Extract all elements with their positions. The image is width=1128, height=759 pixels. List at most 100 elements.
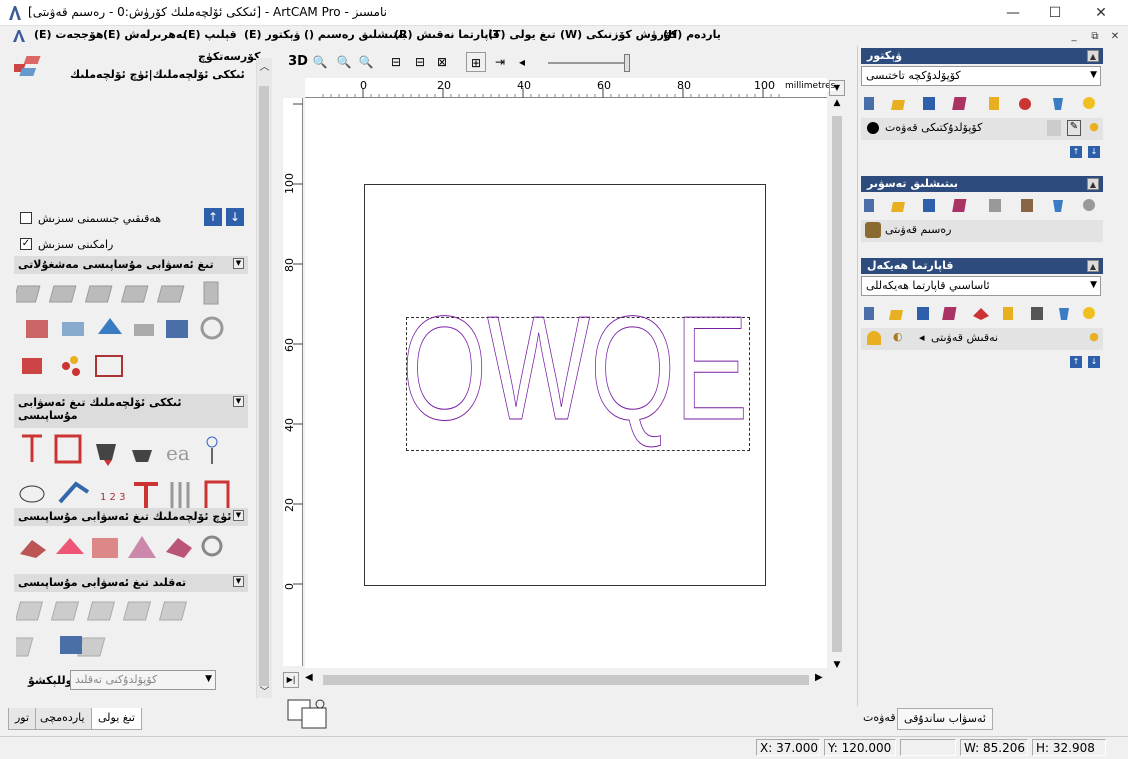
toolpath-ops-icons (12, 278, 246, 386)
import-icon[interactable]: ◂ (512, 52, 532, 72)
lock-icon[interactable] (1047, 120, 1061, 136)
document-icon[interactable] (12, 29, 26, 46)
dropdown-arrow-icon: ▼ (205, 674, 212, 684)
move-down-button[interactable]: ↓ (226, 208, 244, 226)
menu-vector[interactable]: (E) ﯞﯦﻜﺘﻮﺭ (244, 28, 301, 41)
artcam-app-icon[interactable] (8, 5, 22, 21)
ruler-v-label: 0 (283, 583, 296, 590)
export-icon[interactable]: ⇥ (490, 52, 510, 72)
collapse-icon[interactable]: ▲ (1087, 260, 1099, 272)
scroll-thumb[interactable] (323, 675, 809, 685)
ruler-h-label: 20 (437, 79, 451, 92)
zoom-slider-thumb[interactable] (624, 54, 630, 72)
section-2d-toolpaths[interactable]: ﺋﯩﻜﻜﻰ ﺋﯚﻟﭽﻪﻣﻠﯩﻚ ﺗﯩﻎ ﺋﻪﺳﯟﺍﺑﻰ ﻣﯘﺳﺎﭘﯩﺴﻰ ▼ (14, 394, 248, 428)
vector-text[interactable]: OWQE (406, 313, 752, 453)
vector-dropdown[interactable]: ﻛﯚﭘﯚﻟﺪﯗﻛﭽﻪ ﺗﺎﺧﺘﯩﺴﻰ ▼ (861, 66, 1101, 86)
ruler-unit-dropdown[interactable]: ▼ (829, 80, 845, 96)
dropdown-arrow-icon: ▼ (1090, 280, 1097, 290)
status-height: H: 32.908 (1032, 739, 1106, 756)
relief-layer-down-button[interactable]: ↓ (1088, 356, 1100, 368)
layer-down-button[interactable]: ↓ (1088, 146, 1100, 158)
zoom-fit-icon[interactable]: 🔍 (356, 52, 376, 72)
section-simulation-toolpaths[interactable]: ﺗﻪﻗﻠﯩﺪ ﺗﯩﻎ ﺋﻪﺳﯟﺍﺑﻰ ﻣﯘﺳﺎﭘﯩﺴﻰ ▼ (14, 574, 248, 592)
menu-window[interactable]: (W) ﻛﯚﺭﯛﺵ ﻛﯚﺯﻧﯩﻜﻰ (560, 28, 677, 41)
right-tab-bar: ﺋﻪﺳﯟﺍﺏ ﺳﺎﻧﺪﯗﻗﻰ ﻗﻪﯞﻩﺕ (857, 706, 1105, 732)
window-title: [ﺋﯩﻜﻜﻰ ﺋﯚﻟﭽﻪﻣﻠﯩﻚ ﻛﯚﺭﯛﺵ:0 - ﺭﻩﺳﯩﻢ ﻗﻪﯞﯨﺘﻰ]… (28, 5, 387, 19)
zoom-all-icon[interactable]: ⊠ (432, 52, 452, 72)
menu-file[interactable]: (E) ﮬﯚﺟﺠﻪﺕ (34, 28, 104, 41)
svg-text:ea: ea (166, 441, 190, 465)
visibility-bulb-icon[interactable]: ● (1087, 330, 1101, 346)
scroll-origin-icon[interactable]: ▶| (283, 672, 299, 688)
design-canvas[interactable]: OWQE (305, 98, 827, 668)
zoom-window-icon[interactable]: ⊟ (386, 52, 406, 72)
vertical-ruler: 100 80 60 40 20 0 (283, 98, 303, 666)
ruler-unit: millimetres (785, 81, 836, 91)
mdi-restore-button[interactable]: ⧉ (1087, 30, 1103, 44)
tab-toolpaths[interactable]: ﺗﯩﻎ ﻳﻮﻟﻰ (91, 708, 142, 730)
ruler-h-label: 60 (597, 79, 611, 92)
collapse-icon[interactable]: ▼ (233, 576, 244, 587)
collection-dropdown[interactable]: ﻛﯚﭘﯚﻟﺪﯗﻛﻨﻰ ﺗﻪﻗﻠﯩﺪ ▼ (70, 670, 216, 690)
menu-model[interactable]: (E) ﻗﯧﻠﯩﭗ (183, 28, 237, 41)
horizontal-scrollbar[interactable]: ▶| ◀ ▶ (283, 672, 828, 688)
relief-preview-icon (867, 331, 881, 345)
horizontal-ruler: 0 20 40 60 80 100 millimetres (305, 78, 836, 98)
tab-layers[interactable]: ﻗﻪﯞﻩﺕ (857, 708, 902, 730)
tab-assistant[interactable]: ﻳﺎﺭﺩﻩﻣﭽﻰ (33, 708, 92, 730)
2d-toolpath-icons: ea 1 2 3 (16, 432, 246, 518)
vertical-scrollbar[interactable]: ▲ ▼ (829, 98, 845, 670)
section-3d-toolpaths[interactable]: ﺋﯜﭺ ﺋﯚﻟﭽﻪﻣﻠﯩﻚ ﺗﯩﻎ ﺋﻪﺳﯟﺍﺑﻰ ﻣﯘﺳﺎﭘﯩﺴﻰ ▼ (14, 508, 248, 526)
zoom-out-icon[interactable]: 🔍 (334, 52, 354, 72)
pen-icon[interactable]: ✎ (1067, 120, 1081, 136)
scroll-left-icon[interactable]: ◀ (305, 672, 313, 683)
vector-layer-row[interactable]: ﻛﯚﭘﯚﻟﺪﯗﻛﺘﯩﻜﻰ ﻗﻪﯞﻩﺕ ✎ ● (861, 118, 1103, 140)
collapse-icon[interactable]: ▲ (1087, 50, 1099, 62)
relief-dropdown[interactable]: ﺋﺎﺳﺎﺳﯩﻲ ﻗﺎﭘﺎﺭﺗﻤﺎ ﮬﻪﻳﻜﻪﻟﻠﻰ ▼ (861, 276, 1101, 296)
vector-dropdown-value: ﻛﯚﭘﯚﻟﺪﯗﻛﭽﻪ ﺗﺎﺧﺘﯩﺴﻰ (866, 69, 961, 82)
draw-real-shape-checkbox[interactable] (20, 212, 32, 224)
draw-frame-checkbox[interactable]: ✓ (20, 238, 32, 250)
svg-text:1 2 3: 1 2 3 (100, 492, 125, 503)
minimize-button[interactable]: — (990, 0, 1036, 26)
menu-bitmap[interactable]: () ﺑﯩﺘﯩﺸﻠﯩﻖ ﺭﻩﺳﯩﻢ (304, 28, 406, 41)
ruler-corner (283, 78, 303, 98)
left-scrollbar[interactable]: ︿ ﹀ (256, 58, 272, 698)
collapse-icon[interactable]: ▼ (233, 396, 244, 407)
tab-toolbox[interactable]: ﺋﻪﺳﯟﺍﺏ ﺳﺎﻧﺪﯗﻗﻰ (897, 708, 993, 730)
collapse-icon[interactable]: ▲ (1087, 178, 1099, 190)
mdi-close-button[interactable]: ✕ (1107, 30, 1123, 44)
section-title: ﺗﯩﻎ ﺋﻪﺳﯟﺍﺑﻰ ﻣﯘﺳﺎﭘﯩﺴﻰ ﻣﻪﺷﻐﯘﻻﺗﻰ (18, 258, 214, 271)
move-up-button[interactable]: ↑ (204, 208, 222, 226)
bitmap-layer-row[interactable]: ﺭﻩﺳﯩﻢ ﻗﻪﯞﯨﺘﻰ (861, 220, 1103, 242)
zoom-in-icon[interactable]: 🔍 (310, 52, 330, 72)
left-tab-bar: ﺗﯩﻎ ﻳﻮﻟﻰ ﻳﺎﺭﺩﻩﻣﭽﻰ ﺗﻮﺭ (8, 708, 268, 732)
visibility-bulb-icon[interactable]: ● (1087, 120, 1101, 136)
maximize-button[interactable]: ☐ (1032, 0, 1078, 26)
menu-edit[interactable]: (E) ﺗﻪﮬﺮﯨﺮﻟﻪﺵ (103, 28, 187, 41)
zoom-previous-icon[interactable]: ⊟ (410, 52, 430, 72)
section-toolpath-operations[interactable]: ﺗﯩﻎ ﺋﻪﺳﯟﺍﺑﻰ ﻣﯘﺳﺎﭘﯩﺴﻰ ﻣﻪﺷﻐﯘﻻﺗﻰ ▼ (14, 256, 248, 274)
scroll-right-icon[interactable]: ▶ (815, 672, 823, 683)
mdi-minimize-button[interactable]: _ (1066, 30, 1082, 44)
collapse-icon[interactable]: ▼ (233, 258, 244, 269)
ruler-h-label: 100 (754, 79, 775, 92)
collection-value: ﻛﯚﭘﯚﻟﺪﯗﻛﻨﻰ ﺗﻪﻗﻠﯩﺪ (75, 673, 158, 686)
view-mode-label[interactable]: ﺋﯩﻜﻜﻰ ﺋﯚﻟﭽﻪﻣﻠﯩﻚ|ﺋﯜﭺ ﺋﯚﻟﭽﻪﻣﻠﯩﻚ (70, 68, 245, 81)
merge-mode-icon[interactable]: ◐ (893, 330, 911, 346)
relief-layer-row[interactable]: ◐ ◂ ﻧﻪﻗﯩﺶ ﻗﻪﯞﯨﺘﻰ ● (861, 328, 1103, 350)
expand-arrow-icon[interactable]: ◂ (919, 331, 925, 344)
panel-title: ﻛﯚﺭﺳﻪﺗﻜﯜﭺ (198, 50, 261, 63)
snap-icon[interactable]: ⊞ (466, 52, 486, 72)
layer-color-icon[interactable] (867, 122, 879, 134)
close-button[interactable]: ✕ (1078, 0, 1124, 26)
menu-relief[interactable]: (R) ﻗﺎﭘﺎﺭﺗﻤﺎ ﻧﻪﻗﯩﺶ (394, 28, 500, 41)
layer-up-button[interactable]: ↑ (1070, 146, 1082, 158)
tab-web[interactable]: ﺗﻮﺭ (8, 708, 37, 730)
relief-layer-up-button[interactable]: ↑ (1070, 356, 1082, 368)
color-swatch[interactable] (284, 696, 330, 730)
zoom-slider[interactable] (548, 62, 630, 64)
view-3d-button[interactable]: 3D (286, 52, 310, 72)
3d-toolpath-icons (16, 530, 246, 564)
collapse-icon[interactable]: ▼ (233, 510, 244, 521)
